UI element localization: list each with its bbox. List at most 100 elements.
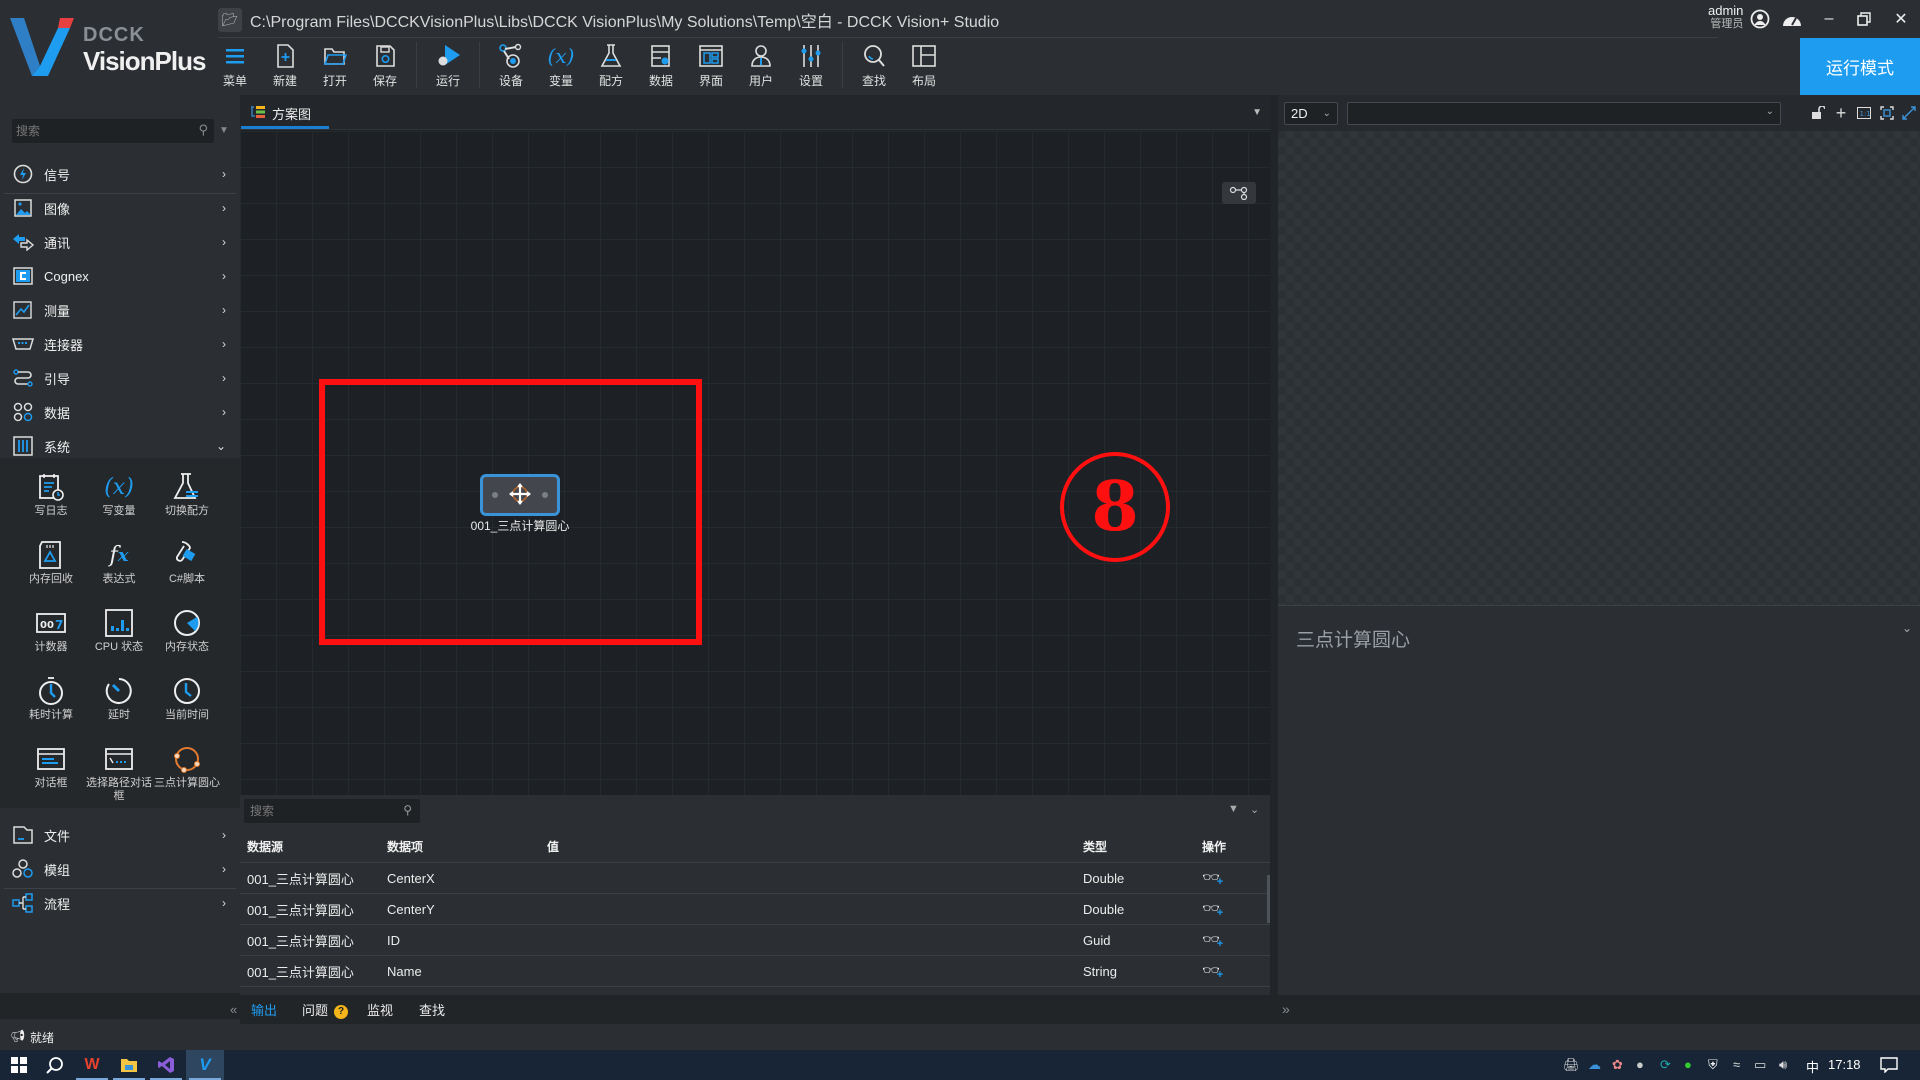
toolbar-new-button[interactable]: 新建 xyxy=(260,42,310,92)
add-watch-icon[interactable]: 👓︎+ xyxy=(1202,931,1223,950)
table-row[interactable]: 001_三点计算圆心 CenterX Double 👓︎+ xyxy=(240,862,1270,893)
search-icon[interactable]: ⚲ xyxy=(198,122,208,138)
toolbar-save-button[interactable]: 保存 xyxy=(360,42,410,92)
fit-view-icon[interactable] xyxy=(1878,104,1896,122)
search-dropdown-icon[interactable]: ▼ xyxy=(219,125,229,136)
diagram-canvas[interactable]: 001_三点计算圆心 8 xyxy=(240,131,1511,917)
tab-monitor[interactable]: 监视 xyxy=(367,1000,393,1019)
toolbar-data-button[interactable]: 数据 xyxy=(636,42,686,92)
tool-stopwatch[interactable]: 耗时计算 xyxy=(17,674,85,738)
toolbar-device-button[interactable]: 设备 xyxy=(486,42,536,92)
tool-counter[interactable]: 00 7 计数器 xyxy=(17,606,85,670)
toolbar-find-button[interactable]: 查找 xyxy=(849,42,899,92)
printer-icon[interactable]: 🖨︎ xyxy=(1563,1057,1580,1073)
add-icon[interactable]: + xyxy=(1832,103,1850,123)
expand-right-icon[interactable]: » xyxy=(1282,1001,1290,1017)
category-guide[interactable]: 引导 › xyxy=(0,361,240,395)
taskbar-clock[interactable]: 17:18 xyxy=(1828,1057,1861,1072)
tool-memory-status[interactable]: 内存状态 xyxy=(153,606,221,670)
sync-icon[interactable]: ⟳ xyxy=(1660,1057,1671,1073)
toolbar-menu-button[interactable]: 菜单 xyxy=(210,42,260,92)
wechat-icon[interactable]: ● xyxy=(1684,1057,1692,1072)
volume-icon[interactable]: 🔊︎ xyxy=(1779,1057,1787,1073)
battery-icon[interactable]: ▭ xyxy=(1754,1057,1766,1073)
tab-problems[interactable]: 问题? xyxy=(302,1000,349,1019)
add-watch-icon[interactable]: 👓︎+ xyxy=(1202,962,1223,981)
notifications-icon[interactable] xyxy=(1880,1057,1898,1076)
toolbox-search-input[interactable] xyxy=(12,119,182,143)
data-search-input[interactable] xyxy=(244,799,394,823)
minimize-icon[interactable]: – xyxy=(1816,6,1842,32)
tool-memory-recycle[interactable]: 内存回收 xyxy=(17,538,85,602)
flow-node[interactable] xyxy=(480,474,560,516)
category-module[interactable]: 模组 › xyxy=(0,852,240,886)
toolbox-search[interactable]: ⚲ xyxy=(12,119,214,143)
collapse-left-icon[interactable]: « xyxy=(230,1002,237,1017)
input-method-indicator[interactable]: 中 xyxy=(1806,1057,1819,1076)
visual-studio-icon[interactable] xyxy=(147,1050,185,1080)
add-watch-icon[interactable]: 👓︎+ xyxy=(1202,900,1223,919)
node-input-port[interactable] xyxy=(492,492,498,498)
fullscreen-icon[interactable] xyxy=(1900,104,1918,122)
tray-app-icon[interactable]: ✿ xyxy=(1612,1057,1623,1073)
wps-office-icon[interactable]: W xyxy=(73,1050,111,1080)
tool-expression[interactable]: fx 表达式 xyxy=(85,538,153,602)
close-icon[interactable]: ✕ xyxy=(1888,6,1914,32)
tool-three-point-circle[interactable]: 三点计算圆心 xyxy=(153,742,221,806)
chevron-down-icon[interactable]: ⌄ xyxy=(1250,803,1259,816)
toolbar-run-button[interactable]: 运行 xyxy=(423,42,473,92)
category-file[interactable]: 文件 › xyxy=(0,818,240,852)
toolbar-user-button[interactable]: 用户 xyxy=(736,42,786,92)
user-info[interactable]: admin 管理员 xyxy=(1708,4,1743,31)
tool-write-log[interactable]: 写日志 xyxy=(17,470,85,534)
category-communication[interactable]: 通讯 › xyxy=(0,225,240,259)
toolbar-interface-button[interactable]: 界面 xyxy=(686,42,736,92)
data-search[interactable]: ⚲ xyxy=(244,799,420,823)
wifi-icon[interactable]: ≈ xyxy=(1733,1057,1740,1072)
column-header-value[interactable]: 值 xyxy=(547,838,559,855)
right-panel-splitter[interactable] xyxy=(1270,95,1278,995)
tool-path-dialog[interactable]: 选择路径对话框 xyxy=(85,742,153,806)
tab-output[interactable]: 输出 xyxy=(251,1000,277,1019)
category-cognex[interactable]: Cognex › xyxy=(0,259,240,293)
search-icon[interactable]: ⚲ xyxy=(403,803,412,817)
unlock-icon[interactable] xyxy=(1809,104,1827,122)
tool-switch-recipe[interactable]: 切换配方 xyxy=(153,470,221,534)
add-watch-icon[interactable]: 👓︎+ xyxy=(1202,869,1223,888)
taskbar-search-icon[interactable] xyxy=(36,1050,74,1080)
table-row[interactable]: 001_三点计算圆心 ID Guid 👓︎+ xyxy=(240,924,1270,955)
dashboard-icon[interactable] xyxy=(1779,6,1805,32)
view-mode-select[interactable]: 2D ⌄ xyxy=(1284,102,1338,125)
category-data[interactable]: 数据 › xyxy=(0,395,240,429)
file-explorer-icon[interactable] xyxy=(110,1050,148,1080)
category-signal[interactable]: 信号 › xyxy=(0,157,240,191)
windows-start-icon[interactable] xyxy=(0,1050,38,1080)
table-row[interactable]: 001_三点计算圆心 CenterY Double 👓︎+ xyxy=(240,893,1270,924)
account-icon[interactable] xyxy=(1747,6,1773,32)
category-image[interactable]: 图像 › xyxy=(0,191,240,225)
tool-csharp-script[interactable]: C#脚本 xyxy=(153,538,221,602)
actual-size-icon[interactable]: 1:1 xyxy=(1855,104,1873,122)
image-source-select[interactable]: ⌄ xyxy=(1347,102,1781,125)
tool-dialog[interactable]: 对话框 xyxy=(17,742,85,806)
category-measure[interactable]: 测量 › xyxy=(0,293,240,327)
column-header-source[interactable]: 数据源 xyxy=(247,838,283,855)
toolbar-variable-button[interactable]: (x) 变量 xyxy=(536,42,586,92)
toolbar-layout-button[interactable]: 布局 xyxy=(899,42,949,92)
table-row[interactable]: 001_三点计算圆心 Name String 👓︎+ xyxy=(240,955,1270,986)
category-flow[interactable]: 流程 › xyxy=(0,886,240,920)
column-header-item[interactable]: 数据项 xyxy=(387,838,423,855)
category-connector[interactable]: 连接器 › xyxy=(0,327,240,361)
tool-cpu-status[interactable]: CPU 状态 xyxy=(85,606,153,670)
tool-delay[interactable]: 延时 xyxy=(85,674,153,738)
tray-moon-icon[interactable]: ● xyxy=(1636,1057,1644,1072)
onedrive-icon[interactable]: ☁︎ xyxy=(1588,1057,1601,1073)
visionplus-taskbar-icon[interactable]: V xyxy=(186,1050,224,1080)
restore-icon[interactable] xyxy=(1851,6,1877,32)
security-shield-icon[interactable]: ⛨ xyxy=(1708,1057,1718,1073)
overview-button[interactable] xyxy=(1222,182,1256,204)
folder-icon[interactable]: 📂︎ xyxy=(218,8,242,32)
tool-current-time[interactable]: 当前时间 xyxy=(153,674,221,738)
tab-dropdown-icon[interactable]: ▼ xyxy=(1252,107,1262,118)
tab-find[interactable]: 查找 xyxy=(419,1000,445,1019)
